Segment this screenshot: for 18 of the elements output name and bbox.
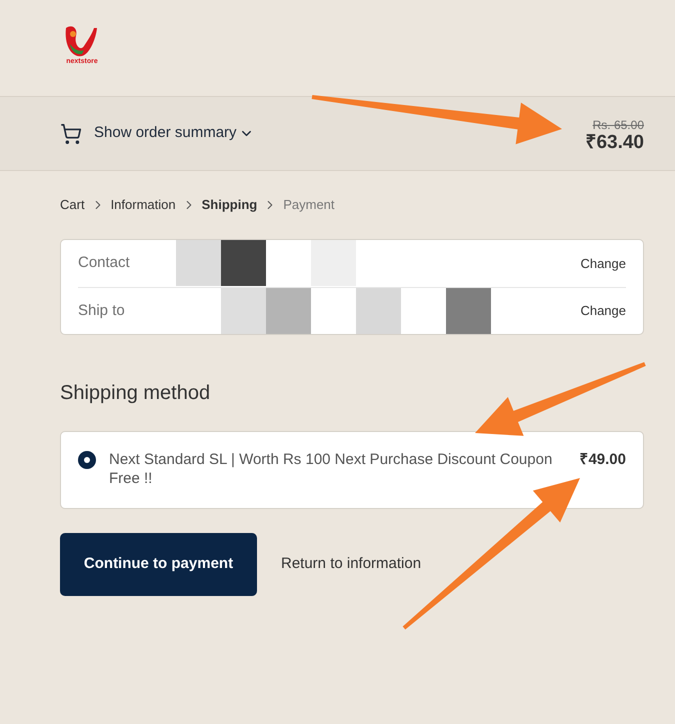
change-link[interactable]: Change <box>580 301 626 321</box>
show-order-summary-toggle[interactable]: Show order summary <box>60 122 254 145</box>
change-link[interactable]: Change <box>580 254 626 274</box>
breadcrumb-item[interactable]: Cart <box>60 195 85 215</box>
continue-button[interactable]: Continue to payment <box>60 533 257 596</box>
original-price: Rs. 65.00 <box>592 118 644 132</box>
section-heading: Shipping method <box>60 381 212 405</box>
breadcrumb-item: Payment <box>283 196 335 214</box>
radio-button[interactable] <box>78 451 96 469</box>
cart-icon <box>60 122 82 144</box>
return-link[interactable]: Return to information <box>281 553 422 576</box>
breadcrumb-item[interactable]: Shipping <box>202 195 258 215</box>
total-price: ₹63.40 <box>585 132 644 154</box>
shipping-option-label: Next Standard SL | Worth Rs 100 Next Purchase Discount Coupon Free !! <box>109 450 554 488</box>
review-label: Ship to <box>78 300 126 321</box>
review-label: Contact <box>78 253 131 274</box>
shipping-option-price: ₹49.00 <box>579 450 626 469</box>
breadcrumb-item[interactable]: Information <box>110 195 176 215</box>
